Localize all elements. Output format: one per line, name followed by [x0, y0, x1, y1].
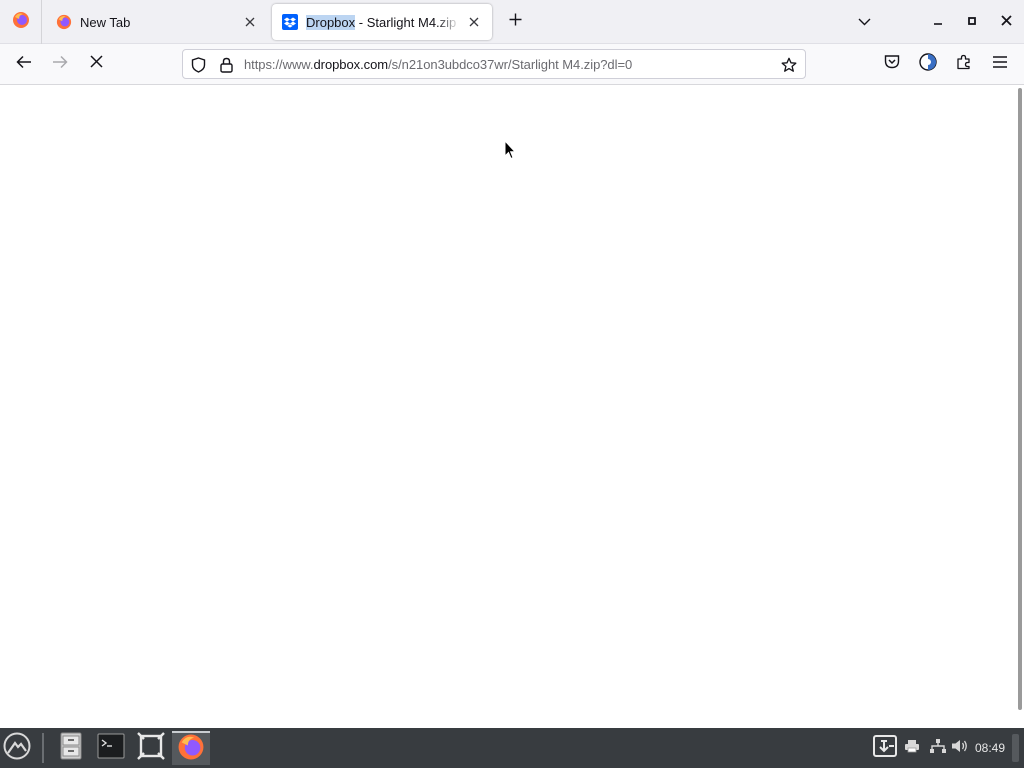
plus-icon — [509, 13, 522, 31]
maximize-icon — [967, 13, 977, 31]
tab-title-highlight: Dropbox — [306, 14, 356, 30]
forward-button[interactable] — [45, 50, 75, 78]
firefox-icon — [12, 11, 30, 34]
new-tab-button[interactable] — [503, 10, 527, 34]
mountain-logo-icon — [3, 732, 31, 765]
address-bar[interactable]: https://www.dropbox.com/s/n21on3ubdco37w… — [182, 49, 806, 79]
printer-icon — [904, 739, 920, 758]
volume-tray[interactable] — [949, 736, 971, 760]
close-tab-icon[interactable] — [466, 14, 482, 30]
printer-tray[interactable] — [901, 736, 923, 760]
bookmark-star-icon[interactable] — [780, 56, 798, 74]
save-to-pocket-button[interactable] — [877, 50, 907, 78]
pocket-icon — [884, 54, 900, 74]
taskbar: 08:49 — [0, 728, 1024, 768]
firefox-taskbar-button[interactable] — [172, 731, 210, 765]
firefox-icon — [56, 14, 72, 30]
file-cabinet-icon — [60, 732, 82, 765]
taskbar-separator — [42, 733, 44, 763]
url-prefix: https://www. — [244, 57, 314, 72]
tab-new-tab[interactable]: New Tab — [46, 4, 268, 40]
close-tab-icon[interactable] — [242, 14, 258, 30]
file-manager-launcher[interactable] — [54, 731, 88, 765]
clock[interactable]: 08:49 — [975, 741, 1005, 755]
terminal-launcher[interactable] — [94, 731, 128, 765]
extensions-button[interactable] — [949, 50, 979, 78]
shield-icon[interactable] — [189, 56, 207, 74]
stop-loading-button[interactable] — [81, 50, 111, 78]
back-button[interactable] — [9, 50, 39, 78]
hamburger-menu-icon — [993, 55, 1007, 73]
close-icon — [1000, 13, 1012, 31]
arrow-left-icon — [16, 54, 32, 75]
tab-title: New Tab — [80, 14, 131, 30]
page-content[interactable] — [0, 85, 1024, 728]
network-tray[interactable] — [927, 736, 949, 760]
chevron-down-icon — [858, 13, 871, 31]
dropbox-icon — [282, 14, 298, 30]
minimize-icon — [933, 13, 943, 31]
list-all-tabs-button[interactable] — [852, 10, 876, 34]
firefox-view-button[interactable] — [0, 0, 42, 44]
firefox-icon — [177, 733, 205, 766]
speaker-icon — [951, 738, 969, 759]
screenshot-frame-icon — [137, 731, 165, 765]
account-icon — [919, 52, 937, 76]
minimize-button[interactable] — [926, 10, 950, 34]
tab-title: Dropbox - Starlight M4.zip - S — [306, 14, 460, 30]
app-menu-button[interactable] — [985, 50, 1015, 78]
start-menu-button[interactable] — [0, 731, 34, 765]
window-switch-icon — [873, 734, 897, 762]
mouse-cursor-icon — [504, 139, 517, 160]
page-scrollbar[interactable] — [1018, 88, 1022, 710]
terminal-icon — [97, 733, 125, 764]
tab-title-rest: - Starlight M4.zip - S — [358, 14, 460, 30]
puzzle-icon — [956, 54, 972, 75]
window-switcher-tray[interactable] — [872, 734, 898, 762]
url-domain: dropbox.com — [313, 57, 389, 72]
navigation-toolbar: https://www.dropbox.com/s/n21on3ubdco37w… — [0, 44, 1024, 85]
url-text[interactable]: https://www.dropbox.com/s/n21on3ubdco37w… — [244, 57, 632, 72]
screenshot-tool-launcher[interactable] — [134, 731, 168, 765]
arrow-right-icon — [52, 54, 68, 75]
maximize-button[interactable] — [960, 10, 984, 34]
tab-dropbox[interactable]: Dropbox - Starlight M4.zip - S — [272, 4, 492, 40]
network-icon — [929, 738, 947, 759]
account-button[interactable] — [913, 50, 943, 78]
lock-icon[interactable] — [217, 56, 235, 74]
url-path: /s/n21on3ubdco37wr/Starlight M4.zip?dl=0 — [388, 57, 633, 72]
close-window-button[interactable] — [994, 10, 1018, 34]
stop-icon — [89, 55, 103, 73]
tab-strip: New Tab Dropbox - Starlight M4.zip - S — [0, 0, 1024, 44]
show-desktop-button[interactable] — [1012, 734, 1019, 762]
